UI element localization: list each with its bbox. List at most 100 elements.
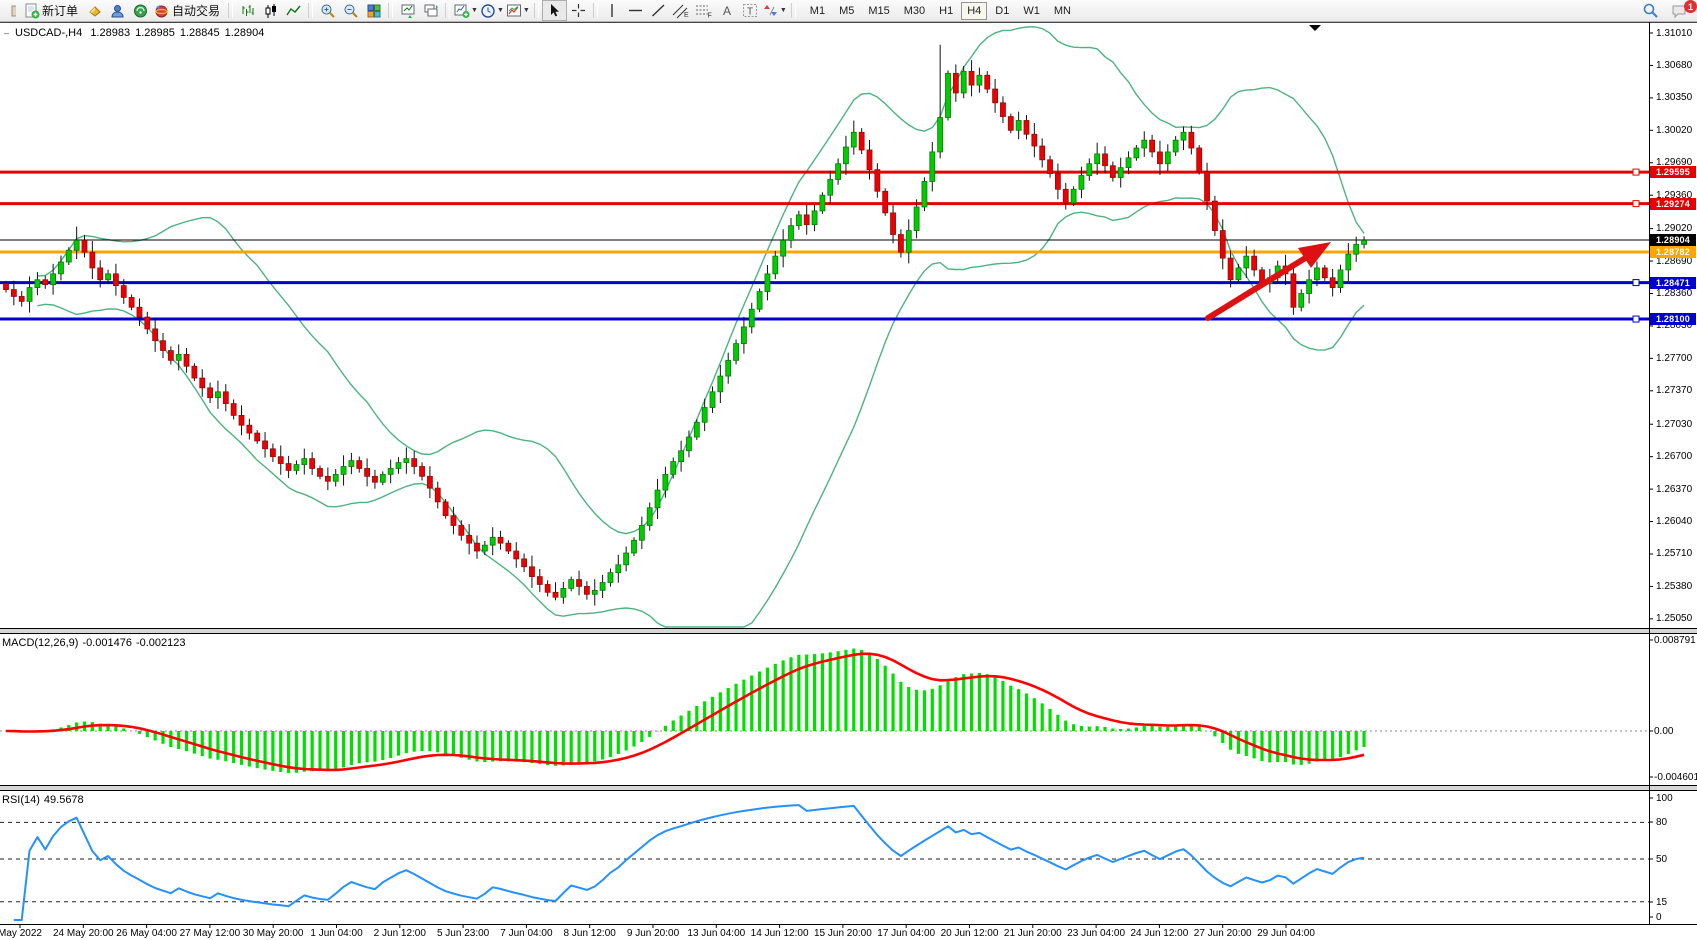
tile-windows-button[interactable] [362, 1, 385, 20]
timeframe-m15[interactable]: M15 [862, 2, 895, 20]
chart-symbol-period: USDCAD-,H4 [15, 27, 82, 39]
svg-text:F: F [708, 12, 712, 19]
zoom-out-button[interactable] [339, 1, 362, 20]
bar-chart-icon [240, 3, 256, 19]
bar-chart-button[interactable] [236, 1, 259, 20]
clipped-icon [0, 1, 23, 20]
timeframe-h4[interactable]: H4 [961, 2, 987, 20]
horizontal-line-button[interactable] [624, 1, 647, 20]
auto-arrange-icon [400, 3, 416, 19]
tile-windows-icon [366, 3, 382, 19]
auto-trading-icon [153, 3, 170, 19]
macd-indicator-label: MACD(12,26,9) -0.001476 -0.002123 [2, 637, 190, 649]
toolbar: 新订单 自动交易 ▼ ▼ ▼ E F [0, 0, 1697, 22]
timeframe-bar: M1M5M15M30H1H4D1W1MN [803, 2, 1078, 20]
cursor-button[interactable] [542, 0, 567, 21]
toolbar-separator [593, 3, 598, 18]
auto-trading-label: 自动交易 [172, 2, 220, 19]
new-order-icon [24, 3, 40, 19]
bar-close-value: 1.28904 [225, 27, 265, 39]
timeframe-mn[interactable]: MN [1048, 2, 1077, 20]
svg-text:E: E [684, 12, 689, 19]
search-icon [1642, 2, 1659, 19]
market-watch-button[interactable] [83, 1, 106, 20]
zoom-out-icon [343, 3, 359, 19]
chart-canvas[interactable] [0, 0, 1697, 940]
line-chart-button[interactable] [282, 1, 305, 20]
macd-name: MACD(12,26,9) [2, 637, 78, 649]
toolbar-separator [445, 3, 450, 18]
cascade-windows-button[interactable] [419, 1, 442, 20]
new-chart-button[interactable]: ▼ [453, 1, 479, 20]
notification-badge: 1 [1684, 0, 1697, 13]
zoom-in-icon [320, 3, 336, 19]
title-tick-mark: – [4, 28, 9, 38]
navigator-icon [132, 3, 149, 19]
data-window-icon [109, 3, 126, 19]
toolbar-separator [388, 3, 393, 18]
arrows-button[interactable]: ▼ [762, 1, 788, 20]
template-icon [506, 3, 522, 19]
svg-text:A: A [723, 4, 731, 18]
arrow-shapes-icon [763, 3, 779, 18]
chart-title: –USDCAD-,H4 1.28983 1.28985 1.28845 1.28904 [4, 27, 269, 39]
toolbar-separator [534, 3, 539, 18]
clock-icon [480, 3, 496, 19]
auto-arrange-button[interactable] [396, 1, 419, 20]
text-button[interactable]: A [716, 1, 739, 20]
bar-open-value: 1.28983 [90, 27, 130, 39]
svg-text:T: T [747, 7, 753, 18]
period-button[interactable]: ▼ [479, 1, 505, 20]
equidistant-channel-icon: E [672, 3, 690, 19]
toolbar-separator [228, 3, 233, 18]
timeframe-m5[interactable]: M5 [833, 2, 860, 20]
new-order-label: 新订单 [42, 2, 78, 19]
timeframe-m30[interactable]: M30 [898, 2, 931, 20]
navigator-button[interactable] [129, 1, 152, 20]
toolbar-separator [308, 3, 313, 18]
trendline-icon [651, 3, 666, 18]
timeframe-h1[interactable]: H1 [933, 2, 959, 20]
chevron-down-icon: ▼ [523, 7, 530, 14]
new-order-button[interactable]: 新订单 [23, 1, 83, 20]
candlestick-chart-icon [263, 3, 279, 19]
cursor-icon [547, 3, 561, 18]
macd-signal-value: -0.002123 [136, 637, 186, 649]
candlestick-chart-button[interactable] [259, 1, 282, 20]
rsi-name: RSI(14) [2, 794, 40, 806]
cascade-windows-icon [423, 3, 439, 19]
timeframe-m1[interactable]: M1 [804, 2, 831, 20]
new-chart-icon [454, 3, 470, 19]
rsi-value: 49.5678 [44, 794, 84, 806]
market-watch-icon [86, 3, 103, 19]
channel-button[interactable]: E [670, 1, 693, 20]
data-window-button[interactable] [106, 1, 129, 20]
toolbar-separator [791, 3, 796, 18]
chevron-down-icon: ▼ [471, 7, 478, 14]
bar-low-value: 1.28845 [180, 27, 220, 39]
auto-trading-button[interactable]: 自动交易 [152, 1, 225, 20]
chevron-down-icon: ▼ [497, 7, 504, 14]
search-button[interactable] [1639, 1, 1662, 20]
trendline-button[interactable] [647, 1, 670, 20]
macd-main-value: -0.001476 [82, 637, 132, 649]
zoom-in-button[interactable] [316, 1, 339, 20]
notifications-button[interactable]: 1 [1668, 1, 1691, 20]
rsi-indicator-label: RSI(14) 49.5678 [2, 794, 88, 806]
crosshair-icon [571, 3, 586, 18]
chevron-down-icon: ▼ [780, 7, 787, 14]
line-chart-icon [286, 3, 302, 19]
vertical-line-icon [605, 3, 619, 18]
timeframe-w1[interactable]: W1 [1017, 2, 1046, 20]
text-label-icon: T [742, 3, 758, 18]
fibonacci-icon: F [695, 3, 713, 19]
templates-button[interactable]: ▼ [505, 1, 531, 20]
text-icon: A [720, 3, 734, 18]
timeframe-d1[interactable]: D1 [989, 2, 1015, 20]
text-label-button[interactable]: T [739, 1, 762, 20]
fibonacci-button[interactable]: F [693, 1, 716, 20]
bar-high-value: 1.28985 [135, 27, 175, 39]
vertical-line-button[interactable] [601, 1, 624, 20]
crosshair-button[interactable] [567, 1, 590, 20]
horizontal-line-icon [628, 3, 643, 18]
